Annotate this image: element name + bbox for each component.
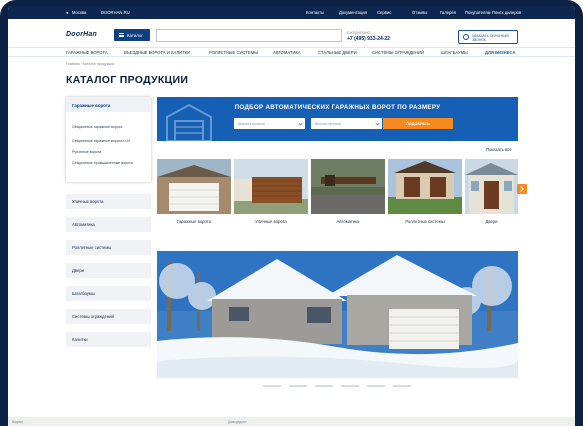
nav-garage-doors[interactable]: ГАРАЖНЫЕ ВОРОТА: [66, 50, 108, 55]
catalog-button-label: Каталог: [127, 33, 143, 38]
phone-caption: ЕЖЕДНЕВНО: [347, 31, 371, 35]
category-card-garage[interactable]: Гаражные ворота: [157, 159, 231, 224]
pick-button[interactable]: ПОДОБРАТЬ: [383, 118, 453, 129]
pagination-dot[interactable]: [393, 385, 411, 387]
pagination-dot[interactable]: [263, 385, 281, 387]
main-nav: ГАРАЖНЫЕ ВОРОТА ВЪЕЗДНЫЕ ВОРОТА И КАЛИТК…: [8, 47, 575, 57]
sidebar-subitem[interactable]: Секционные промышленные ворота: [72, 161, 147, 166]
category-label: Уличные ворота: [255, 219, 287, 224]
topbar-link-gallery[interactable]: Галерея: [440, 10, 456, 15]
map-label: Домодедово: [228, 420, 247, 424]
category-card-street-gates[interactable]: Уличные ворота: [234, 159, 308, 224]
category-card-doors[interactable]: Двери: [465, 159, 518, 224]
sidebar-group-title[interactable]: Гаражные ворота: [66, 97, 151, 112]
sidebar-item-barriers[interactable]: Шлагбаумы: [66, 286, 151, 301]
height-select[interactable]: Высота проема: [311, 118, 382, 129]
banner-title: ПОДБОР АВТОМАТИЧЕСКИХ ГАРАЖНЫХ ВОРОТ ПО …: [234, 104, 441, 111]
phone-icon: [463, 34, 469, 40]
page-title: КАТАЛОГ ПРОДУКЦИИ: [66, 74, 189, 86]
sidebar-subitem[interactable]: Секционные гаражные ворота: [72, 125, 147, 130]
nav-steel-doors[interactable]: СТАЛЬНЫЕ ДВЕРИ: [318, 50, 357, 55]
map-label: Видное: [12, 420, 24, 424]
pagination-dot[interactable]: [367, 385, 385, 387]
topbar-link-reviews[interactable]: Отзывы: [412, 10, 427, 15]
nav-roller-systems[interactable]: РОЛЛЕТНЫЕ СИСТЕМЫ: [209, 50, 258, 55]
nav-automation[interactable]: АВТОМАТИКА: [273, 50, 301, 55]
carousel-next-icon[interactable]: [517, 184, 527, 194]
breadcrumb[interactable]: Главная › Каталог продукции: [66, 62, 114, 66]
pagination-dot[interactable]: [289, 385, 307, 387]
sidebar-item-automation[interactable]: Автоматика: [66, 217, 151, 232]
sidebar-item-street-gates[interactable]: Уличные ворота: [66, 194, 151, 209]
city-selector[interactable]: Москва: [72, 10, 86, 15]
category-card-roller[interactable]: Роллетные системы: [388, 159, 462, 224]
street-gates-image: [234, 159, 308, 214]
category-card-automation[interactable]: Автоматика: [311, 159, 385, 224]
site-link[interactable]: DOORHAN.RU: [101, 10, 130, 15]
garage-doors-image: [157, 159, 231, 214]
sidebar-item-fencing[interactable]: Системы ограждений: [66, 309, 151, 324]
topbar-link-contacts[interactable]: Контакты: [306, 10, 324, 15]
nav-fencing[interactable]: СИСТЕМЫ ОГРАЖДЕНИЙ: [372, 50, 424, 55]
topbar-link-buyers[interactable]: Покупателям: [465, 10, 490, 15]
sidebar-group-garage: Гаражные ворота Секционные гаражные воро…: [66, 97, 151, 182]
nav-for-business[interactable]: ДЛЯ БИЗНЕСА: [485, 50, 516, 55]
category-label: Автоматика: [336, 219, 360, 224]
doorhan-logo[interactable]: DoorHan: [66, 31, 97, 38]
sidebar-subitem[interactable]: Секционные гаражные ворота LUX: [72, 139, 147, 144]
show-all-link[interactable]: Показать всё: [486, 147, 512, 152]
topbar-link-service[interactable]: Сервис: [377, 10, 391, 15]
category-label: Двери: [485, 219, 498, 224]
sidebar-item-doors[interactable]: Двери: [66, 263, 151, 278]
browser-viewport: ● Москва DOORHAN.RU Контакты Документаци…: [8, 6, 575, 426]
width-select[interactable]: Ширина проема: [234, 118, 305, 129]
topbar-link-dealers[interactable]: Поиск дилеров: [492, 10, 521, 15]
sidebar-subitem[interactable]: Рулонные ворота: [72, 150, 147, 155]
sidebar-item-wickets[interactable]: Калитки: [66, 332, 151, 347]
top-bar: ● Москва DOORHAN.RU Контакты Документаци…: [8, 6, 575, 19]
nav-entrance-gates[interactable]: ВЪЕЗДНЫЕ ВОРОТА И КАЛИТКИ: [124, 50, 190, 55]
automation-image: [311, 159, 385, 214]
phone-number[interactable]: +7 (495) 933-24-22: [347, 36, 390, 42]
menu-icon: [119, 33, 124, 37]
nav-barriers[interactable]: ШЛАГБАУМЫ: [441, 50, 468, 55]
size-picker-banner: ПОДБОР АВТОМАТИЧЕСКИХ ГАРАЖНЫХ ВОРОТ ПО …: [157, 97, 518, 141]
category-label: Роллетные системы: [405, 219, 445, 224]
callback-button-label: ЗАКАЗАТЬ ОБРАТНЫЙ ЗВОНОК: [472, 34, 509, 42]
category-label: Гаражные ворота: [177, 219, 211, 224]
search-input[interactable]: [156, 29, 342, 42]
pagination-dot[interactable]: [315, 385, 333, 387]
map-strip[interactable]: Видное Домодедово: [8, 417, 575, 426]
catalog-button[interactable]: Каталог: [114, 29, 150, 41]
callback-button[interactable]: ЗАКАЗАТЬ ОБРАТНЫЙ ЗВОНОК: [458, 30, 518, 44]
location-pin-icon[interactable]: ●: [66, 10, 69, 15]
doors-image: [465, 159, 518, 214]
roller-systems-image: [388, 159, 462, 214]
topbar-link-docs[interactable]: Документация: [339, 10, 367, 15]
hero-image: [157, 251, 518, 378]
site-header: DoorHan Каталог ЕЖЕДНЕВНО +7 (495) 933-2…: [8, 19, 575, 47]
pagination-dot[interactable]: [341, 385, 359, 387]
sidebar-item-roller[interactable]: Роллетные системы: [66, 240, 151, 255]
